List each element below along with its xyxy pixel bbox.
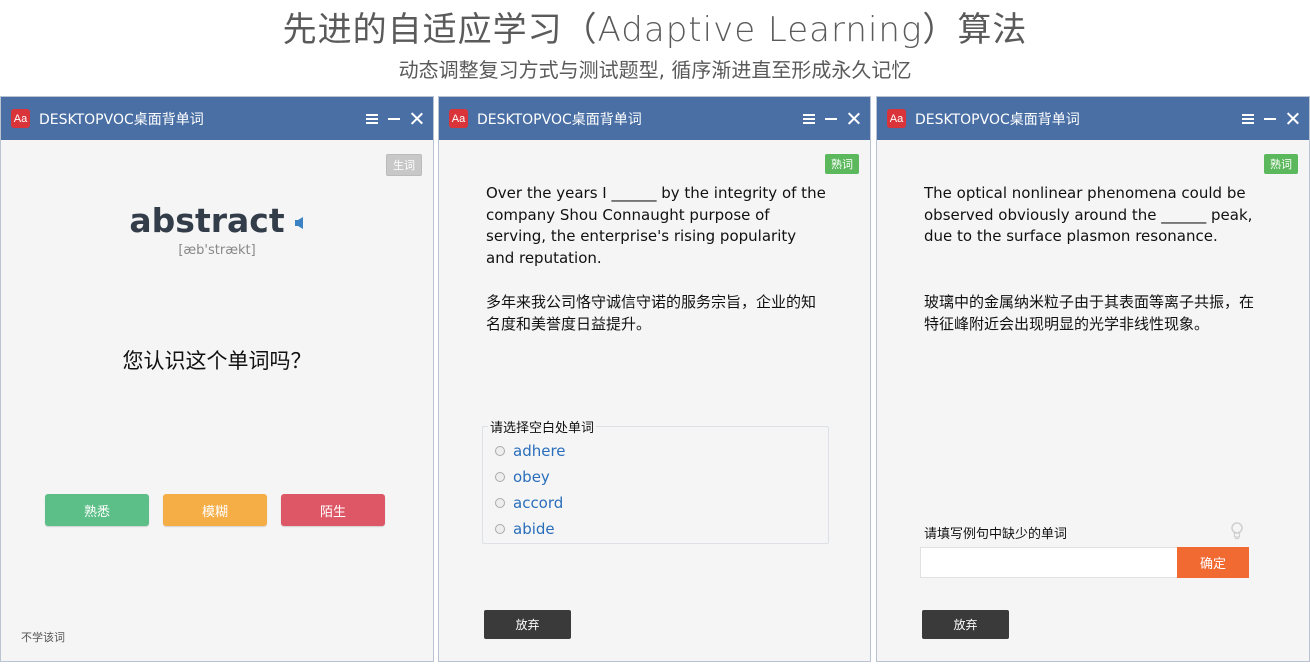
minimize-icon[interactable] <box>825 112 838 125</box>
give-up-button[interactable]: 放弃 <box>922 610 1009 639</box>
page-title: 先进的自适应学习（Adaptive Learning）算法 <box>282 10 1028 50</box>
title-bar[interactable]: Aa DESKTOPVOC桌面背单词 <box>439 97 870 140</box>
app-window-fill: Aa DESKTOPVOC桌面背单词 熟词 The optical nonlin… <box>876 96 1310 662</box>
option-label[interactable]: obey <box>513 468 550 486</box>
option-label[interactable]: accord <box>513 494 563 512</box>
option-obey[interactable]: obey <box>495 468 550 486</box>
unfamiliar-button[interactable]: 陌生 <box>281 494 385 526</box>
recognition-question: 您认识这个单词吗？ <box>122 349 312 373</box>
example-sentence: The optical nonlinear phenomena could be… <box>924 184 1253 246</box>
minimize-icon[interactable] <box>388 112 401 125</box>
sentence-translation: 玻璃中的金属纳米粒子由于其表面等离子共振，在特征峰附近会出现明显的光学非线性现象… <box>924 293 1255 333</box>
skip-word-link[interactable]: 不学该词 <box>21 629 65 645</box>
fill-label: 请填写例句中缺少的单词 <box>924 527 1068 542</box>
app-window-recognition: Aa DESKTOPVOC桌面背单词 生词 abstract [æb'stræk… <box>0 96 434 662</box>
menu-icon[interactable] <box>366 112 379 125</box>
radio-icon[interactable] <box>495 472 505 482</box>
status-badge: 熟词 <box>1264 154 1298 174</box>
vocab-word-text: abstract <box>129 201 285 240</box>
page-subtitle: 动态调整复习方式与测试题型, 循序渐进直至形成永久记忆 <box>398 58 912 82</box>
radio-icon[interactable] <box>495 524 505 534</box>
give-up-button[interactable]: 放弃 <box>484 610 571 639</box>
answer-input[interactable] <box>920 547 1178 578</box>
app-title: DESKTOPVOC桌面背单词 <box>39 111 204 128</box>
title-bar[interactable]: Aa DESKTOPVOC桌面背单词 <box>877 97 1309 140</box>
radio-icon[interactable] <box>495 498 505 508</box>
minimize-icon[interactable] <box>1264 112 1277 125</box>
close-icon[interactable] <box>410 112 423 125</box>
option-abide[interactable]: abide <box>495 520 555 538</box>
option-label[interactable]: adhere <box>513 442 566 460</box>
app-logo-icon: Aa <box>887 109 906 128</box>
options-legend: 请选择空白处单词 <box>488 417 597 436</box>
app-window-choice: Aa DESKTOPVOC桌面背单词 熟词 Over the years I _… <box>438 96 871 662</box>
option-adhere[interactable]: adhere <box>495 442 566 460</box>
familiar-button[interactable]: 熟悉 <box>45 494 149 526</box>
confirm-button[interactable]: 确定 <box>1177 547 1249 578</box>
app-title: DESKTOPVOC桌面背单词 <box>477 111 642 128</box>
app-logo-icon: Aa <box>449 109 468 128</box>
radio-icon[interactable] <box>495 446 505 456</box>
close-icon[interactable] <box>1286 112 1299 125</box>
hint-bulb-icon[interactable] <box>1230 522 1244 540</box>
close-icon[interactable] <box>847 112 860 125</box>
status-badge: 熟词 <box>825 154 859 174</box>
option-accord[interactable]: accord <box>495 494 563 512</box>
app-logo-icon: Aa <box>11 109 30 128</box>
app-title: DESKTOPVOC桌面背单词 <box>915 111 1080 128</box>
menu-icon[interactable] <box>1242 112 1255 125</box>
status-badge: 生词 <box>386 154 422 176</box>
title-bar[interactable]: Aa DESKTOPVOC桌面背单词 <box>1 97 433 140</box>
phonetic: [æb'strækt] <box>178 243 256 258</box>
speaker-icon[interactable] <box>294 216 305 229</box>
option-label[interactable]: abide <box>513 520 555 538</box>
menu-icon[interactable] <box>803 112 816 125</box>
vocab-word: abstract <box>1 201 433 240</box>
example-sentence: Over the years I ______ by the integrity… <box>486 184 826 268</box>
sentence-translation: 多年来我公司恪守诚信守诺的服务宗旨，企业的知名度和美誉度日益提升。 <box>486 293 817 333</box>
vague-button[interactable]: 模糊 <box>163 494 267 526</box>
